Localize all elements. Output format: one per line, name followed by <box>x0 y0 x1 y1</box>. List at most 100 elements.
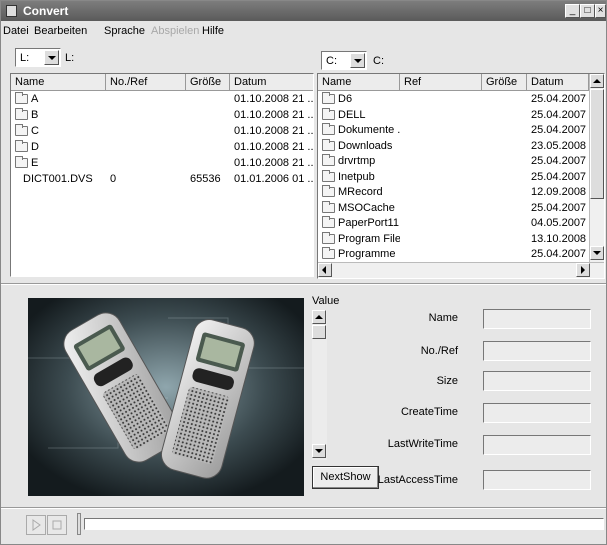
folder-icon <box>322 247 335 259</box>
right-drive-value: C: <box>326 55 337 67</box>
chevron-down-icon[interactable] <box>350 53 365 68</box>
cell-date: 01.10.2008 21 ... <box>234 125 314 137</box>
left-file-list[interactable]: Name No./Ref Größe Datum A 01.10.2008 21 … <box>10 73 314 277</box>
stop-button[interactable] <box>47 515 67 535</box>
cell-date: 04.05.2007 1. <box>531 217 589 229</box>
list-item[interactable]: A 01.10.2008 21 ... <box>11 92 313 107</box>
progress-slider-handle[interactable] <box>77 513 81 535</box>
cell-name: D6 <box>338 93 353 105</box>
column-header-ref[interactable]: No./Ref <box>106 74 186 91</box>
list-item[interactable]: D6 25.04.2007 1. <box>318 92 589 107</box>
field-label-createtime: CreateTime <box>400 406 458 418</box>
list-item[interactable]: C 01.10.2008 21 ... <box>11 124 313 139</box>
left-drive-select[interactable]: L: <box>15 48 61 67</box>
menu-datei[interactable]: Datei <box>3 25 29 37</box>
play-button[interactable] <box>26 515 46 535</box>
cell-date: 01.10.2008 21 ... <box>234 157 314 169</box>
right-list-hscrollbar[interactable] <box>318 262 604 278</box>
list-item[interactable]: Programme 25.04.2007 0. <box>318 247 589 262</box>
menu-sprache[interactable]: Sprache <box>104 25 145 37</box>
folder-icon <box>322 107 335 120</box>
bottom-divider <box>1 507 606 509</box>
scroll-thumb[interactable] <box>312 325 326 339</box>
cell-date: 25.04.2007 0. <box>531 155 589 167</box>
list-item[interactable]: B 01.10.2008 21 ... <box>11 108 313 123</box>
cell-date: 13.10.2008 1. <box>531 232 589 245</box>
cell-date: 01.01.2006 01 ... <box>234 173 314 185</box>
folder-icon <box>15 92 28 104</box>
list-item[interactable]: DICT001.DVS 0 65536 01.01.2006 01 ... <box>11 172 313 187</box>
playback-progress-bar[interactable] <box>84 518 604 530</box>
title-bar: Convert _ □ × <box>1 1 606 21</box>
column-header-ref[interactable]: Ref <box>400 74 482 91</box>
cell-name: D <box>31 141 39 153</box>
createtime-field[interactable] <box>483 403 591 423</box>
ref-field[interactable] <box>483 341 591 361</box>
list-item[interactable]: Dokumente ... 25.04.2007 0. <box>318 123 589 138</box>
cell-name: E <box>31 157 39 169</box>
list-item[interactable]: MSOCache 25.04.2007 0. <box>318 200 589 216</box>
menu-bearbeiten[interactable]: Bearbeiten <box>34 25 87 37</box>
cell-date: 01.10.2008 21 ... <box>234 109 314 121</box>
right-list-vscrollbar[interactable] <box>589 74 604 262</box>
list-item[interactable]: PaperPort11 04.05.2007 1. <box>318 216 589 231</box>
scroll-left-icon[interactable] <box>318 263 332 277</box>
cell-date: 25.04.2007 0. <box>531 124 589 136</box>
list-item[interactable]: Program Files 13.10.2008 1. <box>318 231 589 247</box>
cell-name: Dokumente ... <box>338 124 400 136</box>
column-header-size[interactable]: Größe <box>482 74 527 91</box>
scroll-up-icon[interactable] <box>590 74 604 88</box>
column-header-date[interactable]: Datum <box>527 74 589 91</box>
close-button[interactable]: × <box>595 4 606 18</box>
list-item[interactable]: D 01.10.2008 21 ... <box>11 140 313 155</box>
value-scrollbar[interactable] <box>312 310 327 460</box>
cell-name: Program Files <box>338 232 400 245</box>
lastwritetime-field[interactable] <box>483 435 591 455</box>
scroll-right-icon[interactable] <box>576 263 590 277</box>
name-field[interactable] <box>483 309 591 329</box>
column-header-size[interactable]: Größe <box>186 74 230 91</box>
list-item[interactable]: drvrtmp 25.04.2007 0. <box>318 154 589 169</box>
folder-icon <box>322 185 335 197</box>
cell-date: 01.10.2008 21 ... <box>234 141 314 153</box>
cell-size: 65536 <box>190 173 221 185</box>
cell-date: 25.04.2007 0. <box>531 108 589 121</box>
right-drive-label: C: <box>373 55 384 67</box>
voice-recorder-picture <box>28 298 304 496</box>
chevron-down-icon[interactable] <box>44 50 59 65</box>
cell-name: MSOCache <box>338 201 395 214</box>
cell-date: 23.05.2008 0. <box>531 139 589 152</box>
menu-abspielen[interactable]: Abspielen <box>151 25 199 37</box>
list-item[interactable]: Inetpub 25.04.2007 0. <box>318 169 589 185</box>
right-file-list[interactable]: Name Ref Größe Datum D6 25.04.2007 1. DELL… <box>317 73 605 279</box>
scroll-down-icon[interactable] <box>312 444 326 458</box>
cell-name: MRecord <box>338 186 383 198</box>
scroll-up-icon[interactable] <box>312 310 326 324</box>
field-label-ref: No./Ref <box>420 345 458 357</box>
cell-name: Downloads <box>338 139 393 152</box>
list-item[interactable]: E 01.10.2008 21 ... <box>11 156 313 171</box>
right-drive-select[interactable]: C: <box>321 51 367 70</box>
minimize-button[interactable]: _ <box>565 4 580 18</box>
cell-date: 01.10.2008 21 ... <box>234 93 314 105</box>
column-header-date[interactable]: Datum <box>230 74 313 91</box>
next-show-button[interactable]: NextShow <box>312 466 379 489</box>
cell-date: 25.04.2007 0. <box>531 201 589 214</box>
folder-icon <box>322 216 335 228</box>
folder-icon <box>322 200 335 213</box>
list-item[interactable]: Downloads 23.05.2008 0. <box>318 138 589 154</box>
maximize-button[interactable]: □ <box>580 4 595 18</box>
column-header-name[interactable]: Name <box>318 74 400 91</box>
left-drive-label: L: <box>65 52 75 64</box>
list-item[interactable]: MRecord 12.09.2008 1. <box>318 185 589 200</box>
cell-name: PaperPort11 <box>338 217 399 229</box>
cell-date: 25.04.2007 1. <box>531 93 589 105</box>
list-item[interactable]: DELL 25.04.2007 0. <box>318 107 589 123</box>
size-field[interactable] <box>483 371 591 391</box>
scroll-down-icon[interactable] <box>590 246 604 260</box>
lastaccesstime-field[interactable] <box>483 470 591 490</box>
cell-name: DICT001.DVS <box>23 173 93 185</box>
scroll-thumb[interactable] <box>590 89 604 199</box>
menu-hilfe[interactable]: Hilfe <box>202 25 224 37</box>
column-header-name[interactable]: Name <box>11 74 106 91</box>
